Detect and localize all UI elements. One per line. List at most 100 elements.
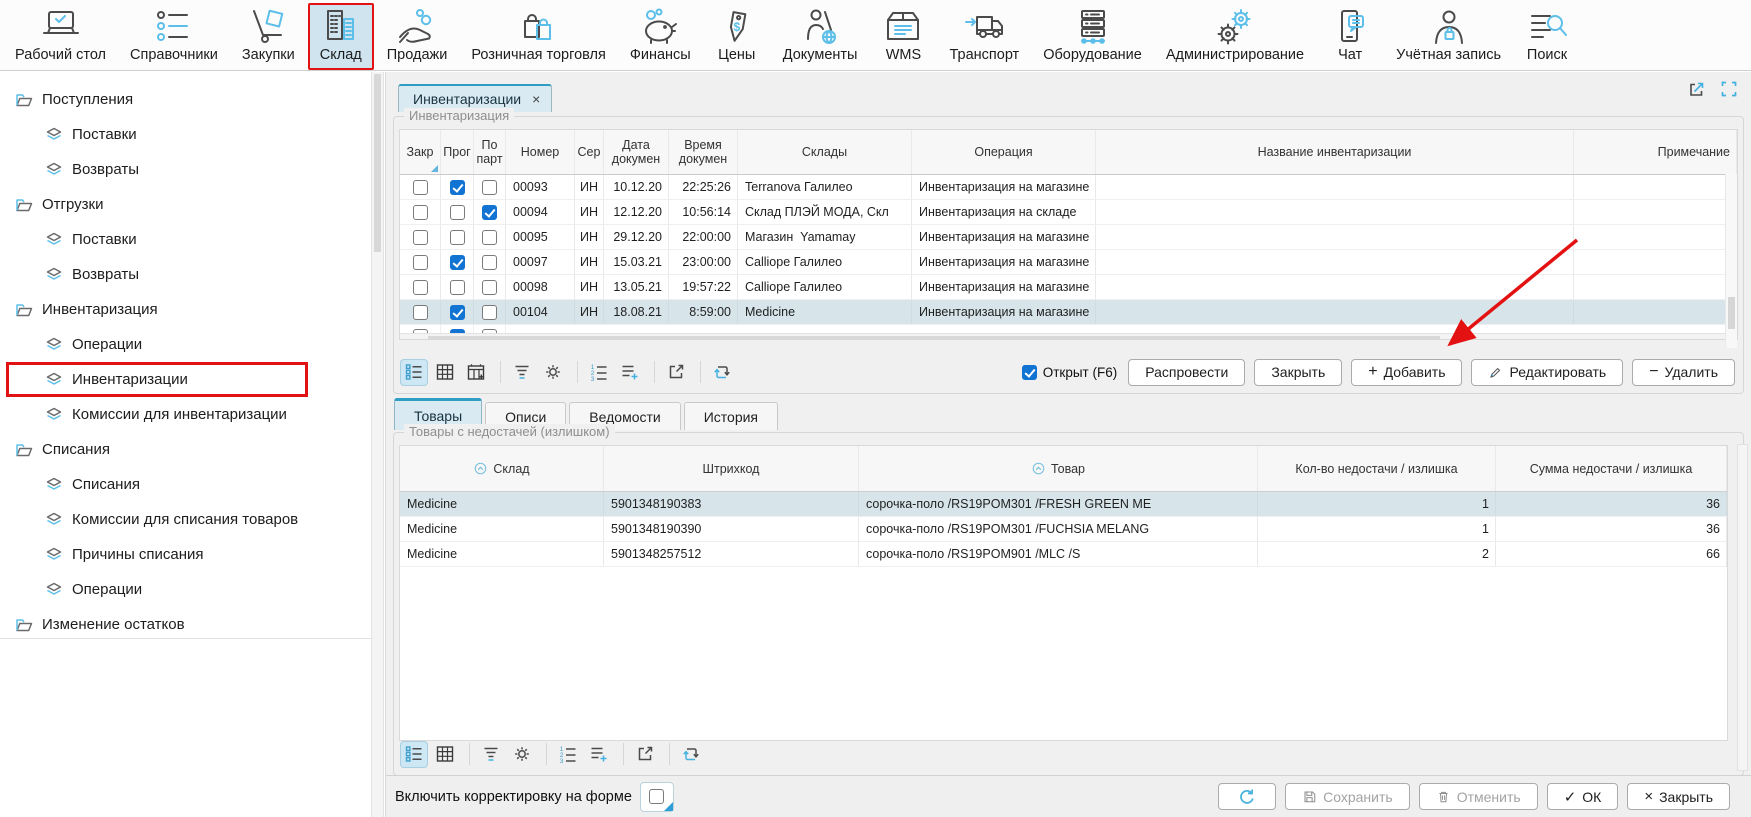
nav-item-warehouse[interactable]: Склад <box>308 3 374 70</box>
nav-item-desktop[interactable]: Рабочий стол <box>4 3 117 70</box>
sidebar-item-поставки[interactable]: Поставки <box>0 222 371 257</box>
nav-item-account[interactable]: Учётная запись <box>1385 3 1512 70</box>
settings-button[interactable] <box>508 741 536 768</box>
details-vertical-scrollbar[interactable] <box>1737 444 1748 771</box>
row-checkbox[interactable] <box>413 205 428 220</box>
numbered-list-button[interactable] <box>585 359 613 386</box>
row-checkbox[interactable] <box>482 205 497 220</box>
details-column-header[interactable]: Товар <box>859 446 1258 491</box>
nav-item-retail[interactable]: Розничная торговля <box>460 3 617 70</box>
close-document-button[interactable]: Закрыть <box>1254 359 1342 386</box>
list-view-button[interactable] <box>400 359 428 386</box>
add-button[interactable]: + Добавить <box>1351 359 1462 386</box>
open-in-window-button[interactable] <box>631 741 659 768</box>
numbered-list-button[interactable] <box>554 741 582 768</box>
calendar-grid-button[interactable] <box>462 359 490 386</box>
add-row-button[interactable] <box>585 741 613 768</box>
row-checkbox[interactable] <box>450 205 465 220</box>
open-filter-checkbox[interactable]: Открыт (F6) <box>1022 365 1117 380</box>
sidebar-item-изменение-остатков[interactable]: Изменение остатков <box>0 607 371 642</box>
sidebar-scrollbar[interactable] <box>371 72 384 817</box>
nav-item-finance[interactable]: Финансы <box>619 3 702 70</box>
inventory-column-header[interactable]: Название инвентаризации <box>1096 130 1574 174</box>
inventory-horizontal-scrollbar-thumb[interactable] <box>428 336 1440 340</box>
tab-close-icon[interactable]: × <box>532 91 540 107</box>
sidebar-item-списания[interactable]: Списания <box>0 467 371 502</box>
nav-item-transport[interactable]: Транспорт <box>938 3 1030 70</box>
details-row[interactable]: Medicine5901348257512сорочка-поло /RS19P… <box>400 542 1727 567</box>
checkbox[interactable] <box>649 789 664 804</box>
save-button[interactable]: Сохранить <box>1285 783 1410 810</box>
nav-item-wms[interactable]: WMS <box>870 3 936 70</box>
sidebar-item-инвентаризация[interactable]: Инвентаризация <box>0 292 371 327</box>
open-in-window-button[interactable] <box>662 359 690 386</box>
refresh-button[interactable] <box>1218 783 1276 810</box>
sidebar-scrollbar-thumb[interactable] <box>374 74 381 252</box>
sidebar-item-операции[interactable]: Операции <box>0 572 371 607</box>
inventory-column-header[interactable]: Сер <box>575 130 604 174</box>
row-checkbox[interactable] <box>450 305 465 320</box>
sidebar-item-комиссии-для-списания-товаров[interactable]: Комиссии для списания товаров <box>0 502 371 537</box>
inventory-column-header[interactable]: Примечание <box>1574 130 1737 174</box>
nav-item-search[interactable]: Поиск <box>1514 3 1580 70</box>
inventory-row[interactable]: 00098ИН13.05.2119:57:22Calliope ГалилеоИ… <box>400 275 1737 300</box>
row-checkbox[interactable] <box>450 180 465 195</box>
sidebar-item-причины-списания[interactable]: Причины списания <box>0 537 371 572</box>
inventory-column-header[interactable]: По парт <box>474 130 506 174</box>
inventory-column-header[interactable]: Склады <box>738 130 912 174</box>
nav-item-references[interactable]: Справочники <box>119 3 229 70</box>
sidebar-item-возвраты[interactable]: Возвраты <box>0 152 371 187</box>
details-column-header[interactable]: Сумма недостачи / излишка <box>1496 446 1727 491</box>
filter-button[interactable] <box>477 741 505 768</box>
inventory-row-partial[interactable] <box>400 325 1737 333</box>
row-checkbox[interactable] <box>482 280 497 295</box>
sidebar-item-комиссии-для-инвентаризации[interactable]: Комиссии для инвентаризации <box>0 397 371 432</box>
nav-item-administration[interactable]: Администрирование <box>1155 3 1315 70</box>
inventory-horizontal-scrollbar[interactable] <box>400 333 1737 340</box>
inventory-row[interactable]: 00093ИН10.12.2022:25:26Terranova Галилео… <box>400 175 1737 200</box>
checkbox[interactable] <box>1022 365 1037 380</box>
sidebar-item-возвраты[interactable]: Возвраты <box>0 257 371 292</box>
details-column-header[interactable]: Штрихкод <box>604 446 859 491</box>
nav-item-documents[interactable]: Документы <box>772 3 869 70</box>
cancel-button[interactable]: Отменить <box>1419 783 1538 810</box>
settings-button[interactable] <box>539 359 567 386</box>
row-checkbox[interactable] <box>482 180 497 195</box>
inventory-row[interactable]: 00094ИН12.12.2010:56:14Склад ПЛЭЙ МОДА, … <box>400 200 1737 225</box>
sidebar-item-инвентаризации[interactable]: Инвентаризации <box>0 362 371 397</box>
row-checkbox[interactable] <box>413 180 428 195</box>
edit-button[interactable]: Редактировать <box>1471 359 1623 386</box>
unpost-button[interactable]: Распровести <box>1128 359 1245 386</box>
filter-button[interactable] <box>508 359 536 386</box>
nav-item-chat[interactable]: Чат <box>1317 3 1383 70</box>
close-button[interactable]: × Закрыть <box>1627 783 1730 810</box>
sidebar-item-поступления[interactable]: Поступления <box>0 82 371 117</box>
reload-button[interactable] <box>708 359 736 386</box>
inventory-column-header[interactable]: Время докумен <box>669 130 738 174</box>
details-row[interactable]: Medicine5901348190383сорочка-поло /RS19P… <box>400 492 1727 517</box>
row-checkbox[interactable] <box>482 230 497 245</box>
inventory-column-header[interactable]: Закр <box>400 130 441 174</box>
row-checkbox[interactable] <box>482 255 497 270</box>
row-checkbox[interactable] <box>413 305 428 320</box>
inventory-row[interactable]: 00104ИН18.08.218:59:00MedicineИнвентариз… <box>400 300 1737 325</box>
ok-button[interactable]: ✓ ОК <box>1547 783 1619 810</box>
row-checkbox[interactable] <box>413 230 428 245</box>
inventory-column-header[interactable]: Прог <box>441 130 474 174</box>
row-checkbox[interactable] <box>413 280 428 295</box>
inventory-vertical-scrollbar[interactable] <box>1725 174 1737 348</box>
row-checkbox[interactable] <box>450 230 465 245</box>
nav-item-sales[interactable]: Продажи <box>376 3 459 70</box>
row-checkbox[interactable] <box>482 305 497 320</box>
sidebar-item-списания[interactable]: Списания <box>0 432 371 467</box>
reload-button[interactable] <box>677 741 705 768</box>
nav-item-prices[interactable]: $ Цены <box>704 3 770 70</box>
inventory-vertical-scrollbar-thumb[interactable] <box>1728 297 1735 329</box>
sidebar-item-поставки[interactable]: Поставки <box>0 117 371 152</box>
sidebar-item-отгрузки[interactable]: Отгрузки <box>0 187 371 222</box>
inventory-column-header[interactable]: Дата докумен <box>604 130 669 174</box>
table-grid-button[interactable] <box>431 359 459 386</box>
fullscreen-button[interactable] <box>1717 78 1741 102</box>
inventory-column-header[interactable]: Номер <box>506 130 575 174</box>
tab-history[interactable]: История <box>684 402 778 430</box>
